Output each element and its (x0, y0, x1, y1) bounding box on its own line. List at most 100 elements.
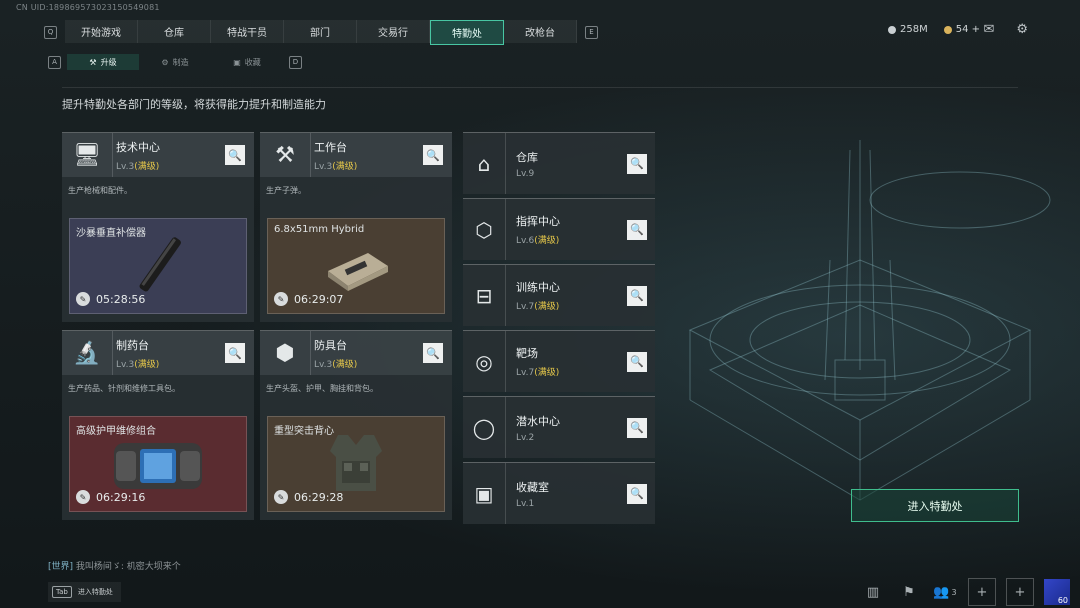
craft-slot[interactable]: 重型突击背心 ✎ 06:29:28 (267, 416, 445, 512)
tab-gunsmith[interactable]: 改枪台 (504, 20, 577, 43)
craft-timer: ✎ 06:29:07 (274, 292, 343, 306)
nav-key-left[interactable]: Q (44, 25, 57, 39)
craft-slot[interactable]: 6.8x51mm Hybrid ✎ 06:29:07 (267, 218, 445, 314)
inspect-button[interactable]: 🔍 (225, 145, 245, 165)
add-slot-1-button[interactable]: + (968, 578, 996, 606)
max-level-badge: (满级) (332, 161, 358, 172)
card-armor-bench[interactable]: ⬢ 防具台 Lv.3(满级) 🔍 生产头盔、护甲、胸挂和背包。 重型突击背心 ✎… (260, 330, 452, 520)
craft-slot[interactable]: 沙暴垂直补偿器 ✎ 05:28:56 (69, 218, 247, 314)
card-workbench[interactable]: ⚒ 工作台 Lv.3(满级) 🔍 生产子弹。 6.8x51mm Hybrid ✎… (260, 132, 452, 322)
chat-message: 我叫杨间ゞ: 机密大坝来个 (75, 562, 181, 572)
wrench-icon: ✎ (76, 292, 90, 306)
main-tabs: 开始游戏 仓库 特战干员 部门 交易行 特勤处 改枪台 (65, 20, 577, 45)
tab-special-ops[interactable]: 特勤处 (430, 20, 504, 45)
add-slot-2-button[interactable]: + (1006, 578, 1034, 606)
wrench-icon: ✎ (274, 292, 288, 306)
row-warehouse[interactable]: ⌂ 仓库 Lv.9 🔍 (463, 132, 655, 194)
row-name: 靶场 (516, 347, 538, 360)
row-diving-center[interactable]: ◯ 潜水中心 Lv.2 🔍 (463, 396, 655, 458)
inspect-button[interactable]: 🔍 (423, 343, 443, 363)
display-case-icon: ▣ (463, 463, 506, 524)
user-id: CN UID:189869573023150549081 (16, 3, 160, 12)
cubes-icon: ⬢ (260, 331, 311, 375)
search-icon: 🔍 (630, 157, 644, 170)
inspect-button[interactable]: 🔍 (627, 417, 647, 438)
search-icon: 🔍 (228, 346, 242, 360)
armor-vest-image (330, 435, 382, 491)
row-level: Lv.1 (516, 498, 535, 509)
bottom-toolbar: ▥ ⚑ 👥 3 + + 60 (860, 578, 1070, 606)
subtab-craft-label: 制造 (172, 57, 189, 67)
search-icon: 🔍 (228, 148, 242, 162)
row-level: Lv.9 (516, 168, 535, 179)
row-shooting-range[interactable]: ◎ 靶场 Lv.7(满级) 🔍 (463, 330, 655, 392)
card-description: 生产枪械和配件。 (68, 186, 132, 195)
inspect-button[interactable]: 🔍 (423, 145, 443, 165)
top-icons: ✉ ⚙ (983, 22, 1028, 37)
friends-icon: 👥 (933, 584, 950, 600)
card-level: Lv.3 (116, 161, 135, 172)
inspect-button[interactable]: 🔍 (627, 285, 647, 306)
currency-2[interactable]: 54 + (943, 24, 980, 35)
craft-time: 06:29:28 (294, 490, 344, 504)
avatar-level: 60 (1057, 596, 1068, 605)
inspect-button[interactable]: 🔍 (627, 483, 647, 504)
subtab-collection[interactable]: ▣ 收藏 (211, 54, 283, 70)
tab-key: Tab (52, 586, 72, 598)
mail-icon[interactable]: ✉ (983, 22, 994, 37)
subnav-key-right[interactable]: D (289, 55, 302, 69)
tab-warehouse[interactable]: 仓库 (138, 20, 211, 43)
friends-button[interactable]: 👥 3 (932, 579, 958, 605)
currency-1-value: 258M (899, 24, 928, 35)
craft-timer: ✎ 06:29:16 (76, 490, 145, 504)
tab-departments[interactable]: 部门 (284, 20, 357, 43)
inspect-button[interactable]: 🔍 (225, 343, 245, 363)
base-structure-illustration (688, 140, 1051, 501)
row-level: Lv.2 (516, 432, 535, 443)
repair-kit-bag-image (114, 443, 202, 489)
subnav-key-left[interactable]: A (48, 55, 61, 69)
avatar[interactable]: 60 (1044, 579, 1070, 605)
gear-icon[interactable]: ⚙ (1016, 22, 1028, 37)
row-training-center[interactable]: ⊟ 训练中心 Lv.7(满级) 🔍 (463, 264, 655, 326)
tab-start-game[interactable]: 开始游戏 (65, 20, 138, 43)
card-pharmacy[interactable]: 🔬 制药台 Lv.3(满级) 🔍 生产药品、针剂和维修工具包。 高级护甲维修组合… (62, 330, 254, 520)
subtab-collection-label: 收藏 (244, 57, 261, 67)
row-name: 收藏室 (516, 480, 549, 494)
tab-operators[interactable]: 特战干员 (211, 20, 284, 43)
collection-icon: ▣ (233, 57, 241, 67)
flag-icon[interactable]: ⚑ (896, 579, 922, 605)
subtab-upgrade[interactable]: ⚒ 升级 (67, 54, 139, 70)
card-description: 生产子弹。 (266, 186, 306, 195)
inspect-button[interactable]: 🔍 (627, 351, 647, 372)
card-description: 生产药品、针剂和维修工具包。 (68, 384, 180, 393)
row-level: Lv.7 (516, 302, 535, 312)
subtab-craft[interactable]: ⚙ 制造 (139, 54, 211, 70)
row-command-center[interactable]: ⬡ 指挥中心 Lv.6(满级) 🔍 (463, 198, 655, 260)
craft-icon: ⚙ (161, 57, 169, 67)
row-name: 训练中心 (516, 281, 560, 294)
divider (62, 87, 1018, 88)
nav-key-right[interactable]: E (585, 25, 598, 39)
stats-icon[interactable]: ▥ (860, 579, 886, 605)
chat-line[interactable]: [世界] 我叫杨间ゞ: 机密大坝来个 (48, 559, 181, 572)
card-tech-center[interactable]: 🖥 技术中心 Lv.3(满级) 🔍 生产枪械和配件。 沙暴垂直补偿器 ✎ 05:… (62, 132, 254, 322)
search-icon: 🔍 (630, 223, 644, 236)
wrench-icon: ✎ (274, 490, 288, 504)
row-collection-room[interactable]: ▣ 收藏室 Lv.1 🔍 (463, 462, 655, 524)
inspect-button[interactable]: 🔍 (627, 219, 647, 240)
compensator-item-image (139, 237, 181, 292)
chat-channel: [世界] (48, 562, 74, 572)
currency-1: 258M (887, 24, 928, 35)
ammo-box-image (328, 253, 388, 291)
inspect-button[interactable]: 🔍 (627, 153, 647, 174)
craft-time: 05:28:56 (96, 292, 146, 306)
enter-special-ops-button[interactable]: 进入特勤处 (851, 489, 1019, 522)
enter-shortcut[interactable]: Tab 进入特勤处 (48, 582, 121, 602)
craft-slot[interactable]: 高级护甲维修组合 ✎ 06:29:16 (69, 416, 247, 512)
page-description: 提升特勤处各部门的等级，将获得能力提升和制造能力 (62, 98, 326, 111)
microscope-icon: 🔬 (62, 331, 113, 375)
max-level-badge: (满级) (332, 359, 358, 370)
silver-coin-icon (887, 25, 896, 34)
tab-trading[interactable]: 交易行 (357, 20, 430, 43)
